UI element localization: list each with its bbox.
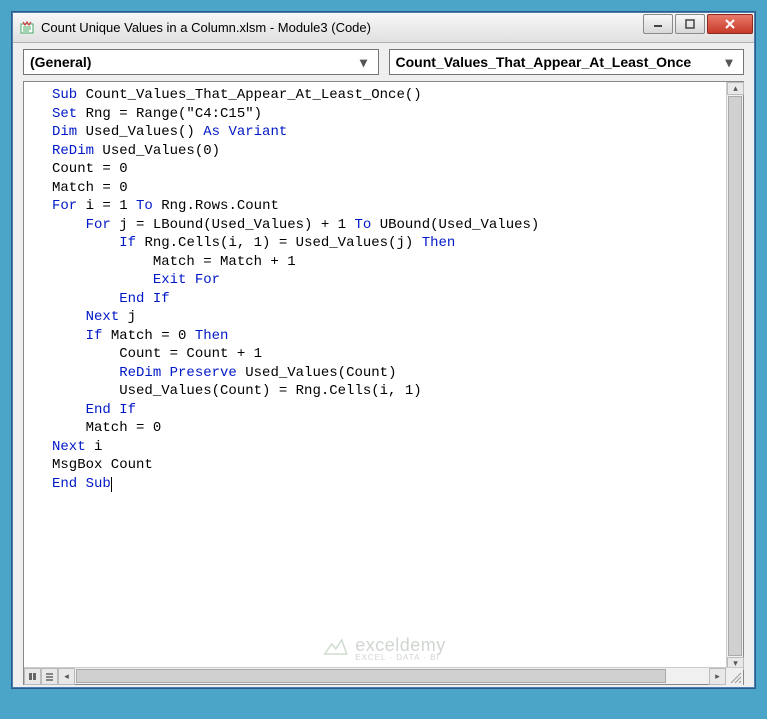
watermark-brand: exceldemy — [355, 636, 446, 654]
object-dropdown[interactable]: (General) ▾ — [23, 49, 379, 75]
scroll-thumb[interactable] — [728, 96, 742, 656]
vertical-scrollbar[interactable]: ▴ ▾ — [726, 82, 743, 667]
scroll-left-arrow-icon[interactable]: ◂ — [58, 668, 75, 685]
code-editor[interactable]: Sub Count_Values_That_Appear_At_Least_On… — [23, 81, 744, 685]
watermark: exceldemy EXCEL · DATA · BI — [321, 634, 446, 664]
titlebar[interactable]: Count Unique Values in a Column.xlsm - M… — [13, 13, 754, 43]
watermark-logo-icon — [321, 634, 349, 664]
dropdown-row: (General) ▾ Count_Values_That_Appear_At_… — [13, 43, 754, 81]
resize-grip-icon[interactable] — [726, 668, 743, 685]
full-module-view-button[interactable] — [41, 668, 58, 685]
window-title: Count Unique Values in a Column.xlsm - M… — [41, 20, 641, 35]
maximize-button[interactable] — [675, 14, 705, 34]
hscroll-thumb[interactable] — [76, 669, 666, 683]
code-body[interactable]: Sub Count_Values_That_Appear_At_Least_On… — [24, 82, 743, 497]
object-dropdown-value: (General) — [30, 54, 356, 70]
scroll-up-arrow-icon[interactable]: ▴ — [727, 82, 744, 95]
scroll-right-arrow-icon[interactable]: ▸ — [709, 668, 726, 685]
close-button[interactable] — [707, 14, 753, 34]
watermark-tagline: EXCEL · DATA · BI — [355, 654, 446, 662]
vba-code-window: Count Unique Values in a Column.xlsm - M… — [12, 12, 755, 688]
chevron-down-icon: ▾ — [356, 54, 372, 71]
chevron-down-icon: ▾ — [721, 54, 737, 71]
procedure-dropdown[interactable]: Count_Values_That_Appear_At_Least_Once ▾ — [389, 49, 745, 75]
procedure-dropdown-value: Count_Values_That_Appear_At_Least_Once — [396, 54, 722, 70]
minimize-button[interactable] — [643, 14, 673, 34]
module-icon — [19, 20, 35, 36]
horizontal-scrollbar[interactable]: ◂ ▸ — [24, 667, 743, 684]
procedure-view-button[interactable] — [24, 668, 41, 685]
